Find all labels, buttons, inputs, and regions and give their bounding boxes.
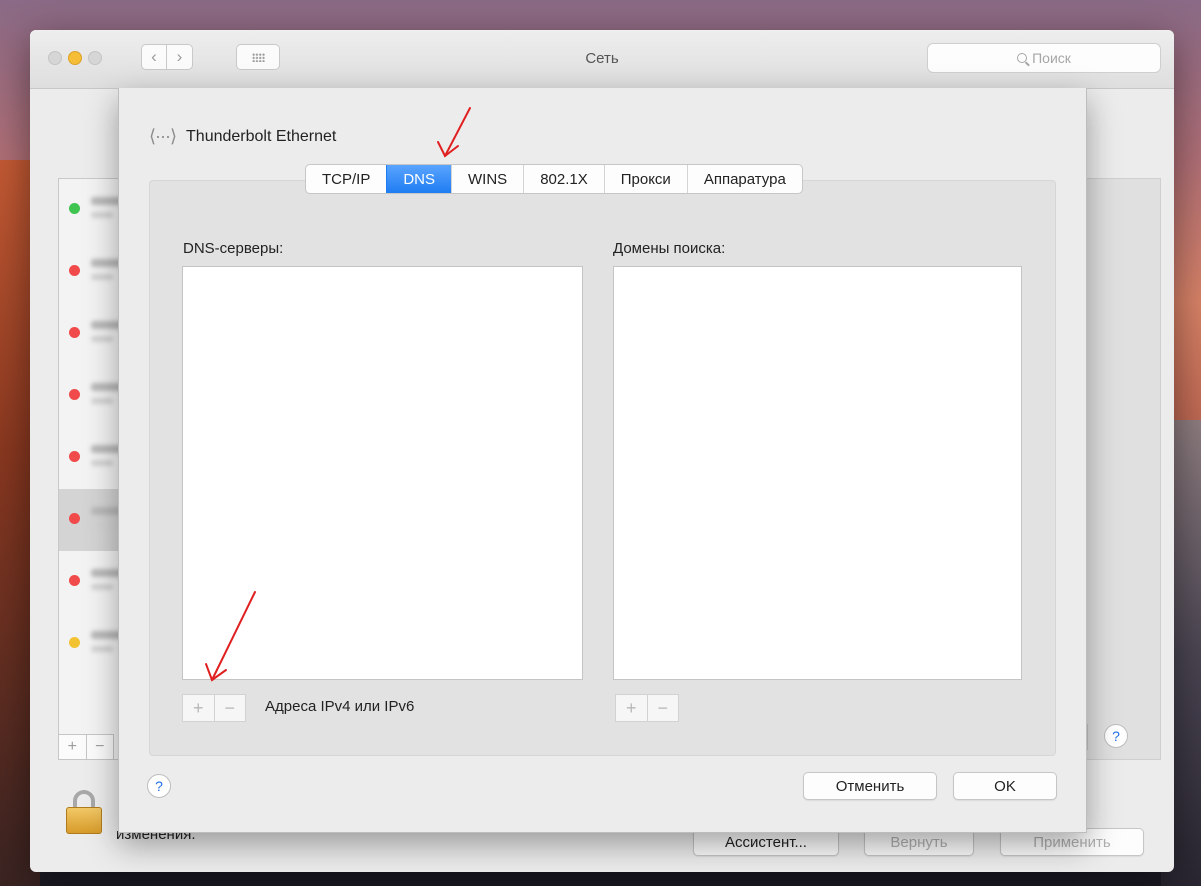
dns-servers-list[interactable] — [182, 266, 583, 680]
ok-button[interactable]: OK — [953, 772, 1057, 800]
tab-bar: TCP/IP DNS WINS 802.1X Прокси Аппаратура — [305, 164, 803, 194]
search-domains-list[interactable] — [613, 266, 1022, 680]
service-add-remove: + − — [58, 734, 114, 760]
add-service-button[interactable]: + — [59, 735, 86, 759]
add-search-domain-button[interactable]: + — [616, 695, 647, 721]
status-indicator — [69, 575, 80, 586]
help-button[interactable]: ? — [1104, 724, 1128, 748]
search-domains-label: Домены поиска: — [613, 240, 726, 257]
tab-8021x[interactable]: 802.1X — [523, 165, 604, 193]
ethernet-icon: ⟨···⟩ — [149, 126, 177, 146]
dns-add-remove: + − — [182, 694, 246, 722]
details-panel — [1080, 178, 1161, 760]
tab-dns[interactable]: DNS — [386, 165, 452, 193]
dns-servers-label: DNS-серверы: — [183, 240, 284, 257]
interface-header: ⟨···⟩ Thunderbolt Ethernet — [149, 126, 336, 147]
status-indicator — [69, 265, 80, 276]
remove-search-domain-button[interactable]: − — [646, 695, 679, 721]
remove-service-button[interactable]: − — [85, 735, 114, 759]
interface-name: Thunderbolt Ethernet — [186, 127, 337, 145]
title-bar: ‹ › Сеть Поиск — [30, 30, 1174, 89]
remove-dns-server-button[interactable]: − — [213, 695, 246, 721]
search-field[interactable]: Поиск — [927, 43, 1161, 73]
address-hint: Адреса IPv4 или IPv6 — [265, 698, 415, 715]
tab-wins[interactable]: WINS — [451, 165, 523, 193]
sheet-help-button[interactable]: ? — [147, 774, 171, 798]
status-indicator — [69, 203, 80, 214]
tab-proxies[interactable]: Прокси — [603, 165, 687, 193]
add-dns-server-button[interactable]: + — [183, 695, 214, 721]
tab-hardware[interactable]: Аппаратура — [686, 165, 802, 193]
tab-tcpip[interactable]: TCP/IP — [306, 165, 386, 193]
status-indicator — [69, 637, 80, 648]
status-indicator — [69, 513, 80, 524]
search-placeholder: Поиск — [1032, 50, 1071, 66]
status-indicator — [69, 389, 80, 400]
search-icon — [1017, 53, 1028, 63]
status-indicator — [69, 451, 80, 462]
lock-icon[interactable] — [66, 790, 102, 834]
status-indicator — [69, 327, 80, 338]
search-domain-add-remove: + − — [615, 694, 679, 722]
cancel-button[interactable]: Отменить — [803, 772, 937, 800]
advanced-settings-sheet: ⟨···⟩ Thunderbolt Ethernet TCP/IP DNS WI… — [118, 88, 1087, 833]
